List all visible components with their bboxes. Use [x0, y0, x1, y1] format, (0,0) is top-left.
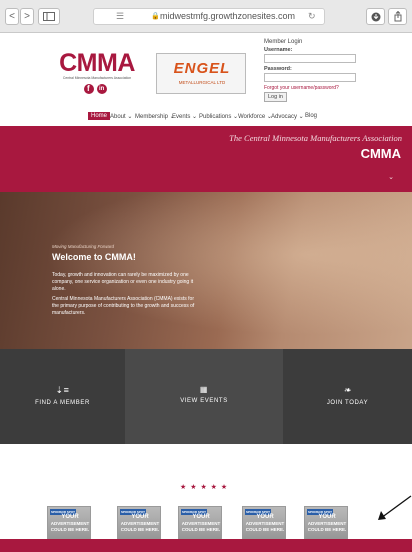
- cmma-logo[interactable]: CMMA Central Minnesota Manufacturers Ass…: [57, 49, 137, 81]
- hero-photo-overlay: [0, 192, 412, 349]
- hero-tagline: The Central Minnesota Manufacturers Asso…: [229, 133, 402, 143]
- username-label: Username:: [264, 47, 293, 53]
- list-icon: ⇣≡: [55, 385, 70, 395]
- reader-icon[interactable]: ☰: [116, 9, 124, 24]
- find-member-tile[interactable]: ⇣≡ FIND A MEMBER: [0, 349, 125, 444]
- ad-line1: YOUR: [61, 514, 79, 520]
- nav-membership[interactable]: Membership ⌄: [135, 113, 175, 120]
- view-events-tile[interactable]: ▦ VIEW EVENTS: [125, 349, 283, 444]
- ad-line1: YOUR: [192, 514, 210, 520]
- welcome-kicker: Moving Manufacturing Forward: [52, 244, 115, 249]
- nav-home[interactable]: Home: [88, 112, 111, 120]
- nav-publications[interactable]: Publications ⌄: [199, 113, 238, 120]
- reload-icon[interactable]: ↻: [308, 9, 316, 24]
- login-title: Member Login: [264, 39, 303, 45]
- arrow-annotation-icon: [378, 495, 412, 520]
- chevron-down-icon[interactable]: ⌄: [388, 173, 394, 181]
- ad-line3: COULD BE HERE.: [245, 527, 285, 532]
- nav-about[interactable]: About ⌄: [110, 113, 132, 120]
- logo-subtext: Central Minnesota Manufacturers Associat…: [62, 76, 132, 80]
- ad-line2: ADVERTISEMENT: [307, 521, 347, 526]
- login-button[interactable]: Log in: [264, 92, 287, 102]
- back-button[interactable]: <: [5, 8, 19, 25]
- forgot-password-link[interactable]: Forgot your username/password?: [264, 85, 384, 91]
- hero-acronym: CMMA: [360, 146, 401, 161]
- engel-sponsor-logo[interactable]: ENGEL METALLURGICAL LTD: [156, 53, 246, 94]
- hero-banner: The Central Minnesota Manufacturers Asso…: [0, 126, 412, 192]
- password-label: Password:: [264, 66, 292, 72]
- ad-line1: YOUR: [131, 514, 149, 520]
- ad-line1: YOUR: [256, 514, 274, 520]
- lock-icon: 🔒: [151, 13, 160, 20]
- logo-text: CMMA: [59, 49, 135, 77]
- sponsor-name: ENGEL: [173, 60, 231, 77]
- facebook-icon[interactable]: f: [84, 84, 94, 94]
- ad-line3: COULD BE HERE.: [181, 527, 221, 532]
- join-today-label: JOIN TODAY: [326, 400, 369, 406]
- action-tiles: ⇣≡ FIND A MEMBER ▦ VIEW EVENTS ❧ JOIN TO…: [0, 349, 412, 444]
- view-events-label: VIEW EVENTS: [180, 398, 228, 404]
- password-input[interactable]: [264, 73, 356, 82]
- rating-stars: ★ ★ ★ ★ ★: [180, 484, 229, 491]
- welcome-title: Welcome to CMMA!: [52, 252, 136, 262]
- sidebar-icon[interactable]: [38, 8, 60, 25]
- nav-workforce[interactable]: Workforce ⌄: [238, 113, 272, 120]
- share-icon[interactable]: [388, 8, 407, 25]
- browser-toolbar: < > ☰ 🔒 midwestmfg.growthzonesites.com ↻: [0, 0, 412, 33]
- sponsor-section: ★ ★ ★ ★ ★ SPONSOR SPOT YOUR ADVERTISEMEN…: [0, 444, 412, 548]
- main-nav: Home About ⌄ Membership ⌄ Events ⌄ Publi…: [0, 111, 412, 125]
- ad-line1: YOUR: [318, 514, 336, 520]
- find-member-label: FIND A MEMBER: [35, 400, 90, 406]
- calendar-icon: ▦: [199, 385, 209, 394]
- forward-button[interactable]: >: [20, 8, 34, 25]
- download-icon[interactable]: [366, 8, 385, 25]
- ad-line2: ADVERTISEMENT: [120, 521, 160, 526]
- sponsor-subtext: METALLURGICAL LTD: [178, 80, 226, 85]
- ad-line3: COULD BE HERE.: [307, 527, 347, 532]
- footer-bar: [0, 539, 412, 552]
- welcome-paragraph-1: Today, growth and innovation can rarely …: [52, 272, 194, 292]
- url-text: midwestmfg.growthzonesites.com: [160, 11, 296, 21]
- member-login-form: Member Login Username: Password: Forgot …: [264, 39, 384, 102]
- ad-line2: ADVERTISEMENT: [50, 521, 90, 526]
- web-page: CMMA Central Minnesota Manufacturers Ass…: [0, 33, 412, 552]
- ad-line3: COULD BE HERE.: [50, 527, 90, 532]
- welcome-section: Moving Manufacturing Forward Welcome to …: [0, 192, 412, 349]
- nav-blog[interactable]: Blog: [305, 113, 317, 119]
- linkedin-icon[interactable]: in: [97, 84, 107, 94]
- ad-line2: ADVERTISEMENT: [245, 521, 285, 526]
- username-input[interactable]: [264, 54, 356, 63]
- ad-line2: ADVERTISEMENT: [181, 521, 221, 526]
- welcome-paragraph-2: Central Minnesota Manufacturers Associat…: [52, 296, 195, 316]
- address-bar[interactable]: ☰ 🔒 midwestmfg.growthzonesites.com ↻: [93, 8, 325, 25]
- nav-events[interactable]: Events ⌄: [172, 113, 197, 120]
- site-header: CMMA Central Minnesota Manufacturers Ass…: [0, 33, 412, 126]
- leaf-icon: ❧: [343, 385, 352, 395]
- ad-line3: COULD BE HERE.: [120, 527, 160, 532]
- join-today-tile[interactable]: ❧ JOIN TODAY: [283, 349, 412, 444]
- nav-advocacy[interactable]: Advocacy ⌄: [271, 113, 304, 120]
